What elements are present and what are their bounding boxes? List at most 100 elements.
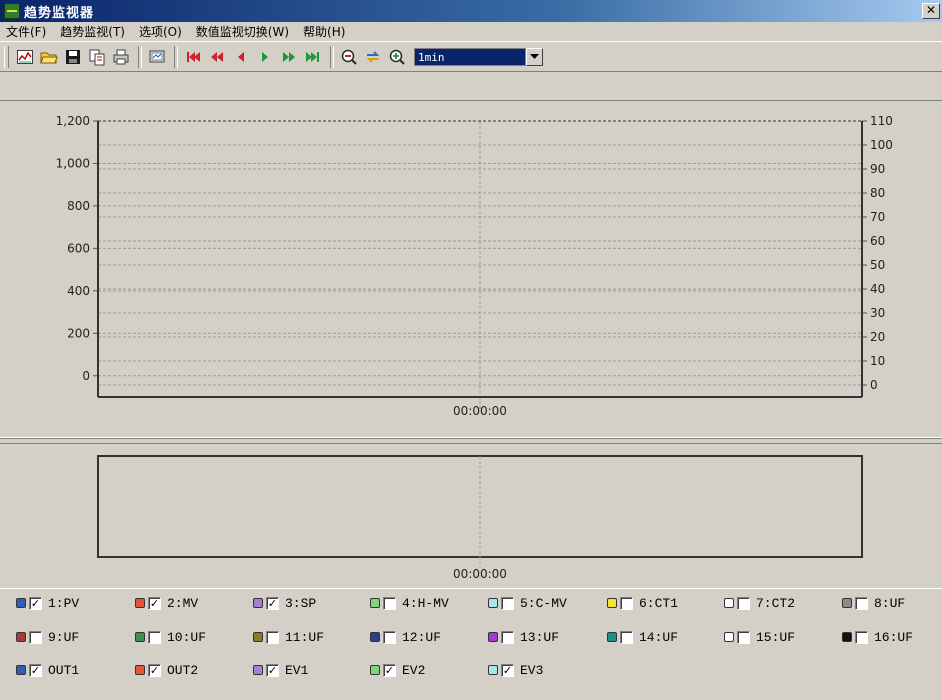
channel-label: 6:CT1: [639, 595, 679, 611]
channel-color-swatch: [16, 598, 26, 608]
channel-label: EV3: [520, 662, 544, 678]
zoom-in-button[interactable]: [386, 46, 408, 68]
channel-checkbox[interactable]: [266, 663, 279, 677]
right-axis-tick-label: 0: [870, 378, 878, 392]
channel-color-swatch: [607, 598, 617, 608]
channel-checkbox[interactable]: [148, 663, 161, 677]
event-trend-panel: 00:00:00: [0, 444, 942, 588]
legend-item: 7:CT2: [724, 594, 795, 612]
step-forward-button[interactable]: [254, 46, 276, 68]
menu-help[interactable]: 帮助(H): [303, 23, 345, 40]
channel-color-swatch: [488, 632, 498, 642]
channel-checkbox[interactable]: [266, 630, 279, 644]
channel-color-swatch: [370, 632, 380, 642]
open-folder-icon: [40, 52, 58, 63]
channel-label: 3:SP: [285, 595, 317, 611]
channel-checkbox[interactable]: [855, 630, 868, 644]
channel-checkbox[interactable]: [501, 630, 514, 644]
menu-trend-monitor[interactable]: 趋势监视(T): [60, 23, 125, 40]
channel-label: 10:UF: [167, 629, 207, 645]
time-scale-select[interactable]: 1min: [414, 47, 543, 67]
menu-value-monitor-switch[interactable]: 数值监视切换(W): [196, 23, 289, 40]
channel-label: 12:UF: [402, 629, 442, 645]
channel-checkbox[interactable]: [266, 596, 279, 610]
close-button[interactable]: ✕: [922, 3, 940, 19]
main-trend-panel: 0 10 20 30 40 50 60 70 80 90 100 110 0 200 400 600 800 1,…: [0, 100, 942, 438]
toolbar-separator: [330, 45, 334, 68]
skip-first-button[interactable]: [182, 46, 204, 68]
channel-color-swatch: [607, 632, 617, 642]
right-axis-tick-label: 10: [870, 354, 885, 368]
channel-checkbox[interactable]: [501, 663, 514, 677]
channel-checkbox[interactable]: [148, 596, 161, 610]
trend-chart-icon: [17, 49, 33, 64]
legend-item: EV2: [370, 661, 425, 679]
channel-checkbox[interactable]: [855, 596, 868, 610]
channel-checkbox[interactable]: [737, 630, 750, 644]
channel-color-swatch: [16, 632, 26, 642]
legend-item: OUT1: [16, 661, 79, 679]
fast-rewind-button[interactable]: [206, 46, 228, 68]
menu-bar: 文件(F) 趋势监视(T) 选项(O) 数值监视切换(W) 帮助(H): [0, 22, 942, 42]
legend-item: 12:UF: [370, 628, 441, 646]
time-scale-dropdown-button[interactable]: [526, 47, 543, 66]
zoom-out-button[interactable]: [338, 46, 360, 68]
skip-first-icon: [187, 51, 200, 62]
save-button[interactable]: [62, 46, 84, 68]
legend-item: 2:MV: [135, 594, 198, 612]
window-title: 趋势监视器: [24, 5, 95, 21]
swap-icon: [366, 50, 380, 63]
legend-item: 1:PV: [16, 594, 79, 612]
copy-button[interactable]: [86, 46, 108, 68]
right-axis-tick-label: 40: [870, 282, 885, 296]
toolbar-separator: [138, 45, 142, 68]
channel-checkbox[interactable]: [383, 663, 396, 677]
channel-color-swatch: [253, 665, 263, 675]
channel-color-swatch: [842, 632, 852, 642]
channel-label: 11:UF: [285, 629, 325, 645]
channel-color-swatch: [488, 665, 498, 675]
channel-checkbox[interactable]: [29, 596, 42, 610]
channel-checkbox[interactable]: [29, 630, 42, 644]
channel-checkbox[interactable]: [620, 630, 633, 644]
swap-button[interactable]: [362, 46, 384, 68]
time-scale-value[interactable]: 1min: [414, 47, 526, 66]
channel-checkbox[interactable]: [148, 630, 161, 644]
toolbar-separator: [174, 45, 178, 68]
legend-item: 3:SP: [253, 594, 316, 612]
channel-legend: 1:PV 2:MV 3:SP 4:H-MV 5:C-MV 6:CT1 7:CT2 8:UF 9:…: [0, 588, 942, 700]
channel-label: 16:UF: [874, 629, 914, 645]
x-tick-label: 00:00:00: [453, 404, 507, 418]
legend-item: EV1: [253, 661, 308, 679]
channel-checkbox[interactable]: [737, 596, 750, 610]
menu-options[interactable]: 选项(O): [139, 23, 182, 40]
legend-item: 4:H-MV: [370, 594, 449, 612]
monitor-button[interactable]: [146, 46, 168, 68]
print-button[interactable]: [110, 46, 132, 68]
trend-chart-button[interactable]: [14, 46, 36, 68]
channel-label: OUT1: [48, 662, 80, 678]
step-back-icon: [238, 51, 244, 62]
legend-item: EV3: [488, 661, 543, 679]
skip-last-button[interactable]: [302, 46, 324, 68]
main-trend-chart[interactable]: 0 10 20 30 40 50 60 70 80 90 100 110 0 200 400 600 800 1,…: [0, 101, 942, 437]
right-axis-tick-label: 80: [870, 186, 885, 200]
fast-rewind-icon: [211, 51, 223, 62]
channel-checkbox[interactable]: [383, 630, 396, 644]
menu-file[interactable]: 文件(F): [6, 23, 46, 40]
channel-checkbox[interactable]: [29, 663, 42, 677]
legend-item: 8:UF: [842, 594, 905, 612]
step-back-button[interactable]: [230, 46, 252, 68]
app-icon: [4, 3, 20, 19]
channel-checkbox[interactable]: [620, 596, 633, 610]
legend-item: 5:C-MV: [488, 594, 567, 612]
fast-forward-button[interactable]: [278, 46, 300, 68]
event-trend-chart[interactable]: 00:00:00: [0, 444, 942, 588]
toolbar-grip[interactable]: [4, 46, 9, 68]
right-axis-tick-label: 60: [870, 234, 885, 248]
open-button[interactable]: [38, 46, 60, 68]
channel-checkbox[interactable]: [383, 596, 396, 610]
legend-item: 9:UF: [16, 628, 79, 646]
channel-checkbox[interactable]: [501, 596, 514, 610]
legend-item: 13:UF: [488, 628, 559, 646]
